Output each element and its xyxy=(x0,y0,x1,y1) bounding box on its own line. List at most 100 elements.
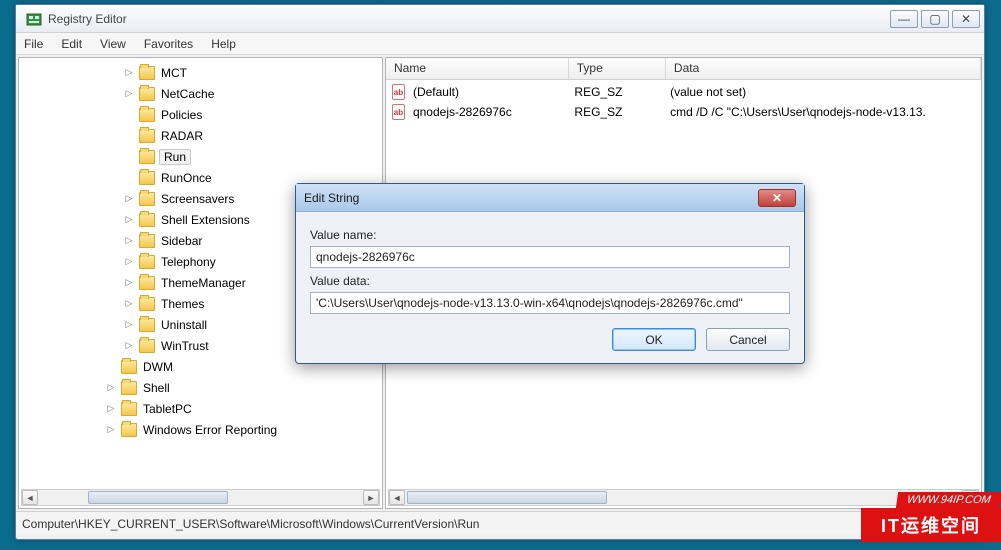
tree-item-label: RADAR xyxy=(161,129,203,143)
tree-item-label: RunOnce xyxy=(161,171,212,185)
minimize-button[interactable]: — xyxy=(890,10,918,28)
expand-icon[interactable]: ▷ xyxy=(123,67,135,78)
watermark: WWW.94IP.COM IT运维空间 xyxy=(861,492,1001,542)
tree-item-label: Sidebar xyxy=(161,234,202,248)
folder-icon xyxy=(139,297,155,311)
cancel-button[interactable]: Cancel xyxy=(706,328,790,351)
tree-item-label: ThemeManager xyxy=(161,276,246,290)
tree-item[interactable]: ▷Windows Error Reporting xyxy=(19,419,382,440)
menu-help[interactable]: Help xyxy=(211,37,236,51)
folder-icon xyxy=(139,129,155,143)
expand-icon[interactable]: ▷ xyxy=(123,88,135,99)
value-data-label: Value data: xyxy=(310,274,790,288)
expand-icon[interactable]: ▷ xyxy=(123,193,135,204)
expand-icon[interactable]: ▷ xyxy=(105,403,117,414)
tree-item-label: Uninstall xyxy=(161,318,207,332)
scroll-thumb[interactable] xyxy=(407,491,607,504)
scroll-left-icon[interactable]: ◄ xyxy=(22,490,38,505)
expand-icon[interactable]: ▷ xyxy=(123,340,135,351)
tree-item[interactable]: Policies xyxy=(19,104,382,125)
folder-icon xyxy=(139,150,155,164)
window-title: Registry Editor xyxy=(48,12,127,26)
menu-view[interactable]: View xyxy=(100,37,126,51)
folder-icon xyxy=(139,276,155,290)
tree-item[interactable]: RADAR xyxy=(19,125,382,146)
tree-item-label: WinTrust xyxy=(161,339,209,353)
expand-icon[interactable]: ▷ xyxy=(123,256,135,267)
column-type[interactable]: Type xyxy=(569,58,666,79)
close-icon: ✕ xyxy=(961,12,971,26)
tree-item[interactable]: Run xyxy=(19,146,382,167)
tree-item-label: Policies xyxy=(161,108,202,122)
menu-file[interactable]: File xyxy=(24,37,43,51)
edit-string-dialog: Edit String ✕ Value name: Value data: OK… xyxy=(295,183,805,364)
expand-icon[interactable]: ▷ xyxy=(105,424,117,435)
titlebar[interactable]: Registry Editor — ▢ ✕ xyxy=(16,5,984,33)
ok-button[interactable]: OK xyxy=(612,328,696,351)
folder-icon xyxy=(121,402,137,416)
close-button[interactable]: ✕ xyxy=(952,10,980,28)
folder-icon xyxy=(139,318,155,332)
expand-icon[interactable]: ▷ xyxy=(105,382,117,393)
tree-item-label: MCT xyxy=(161,66,187,80)
expand-icon[interactable]: ▷ xyxy=(123,319,135,330)
folder-icon xyxy=(139,108,155,122)
status-path: Computer\HKEY_CURRENT_USER\Software\Micr… xyxy=(22,517,479,531)
menu-favorites[interactable]: Favorites xyxy=(144,37,193,51)
menubar: File Edit View Favorites Help xyxy=(16,33,984,55)
value-type: REG_SZ xyxy=(570,85,666,99)
tree-item-label: Themes xyxy=(161,297,204,311)
minimize-icon: — xyxy=(898,12,910,26)
tree-item[interactable]: ▷TabletPC xyxy=(19,398,382,419)
column-data[interactable]: Data xyxy=(666,58,981,79)
scroll-thumb[interactable] xyxy=(88,491,228,504)
tree-item[interactable]: ▷ Shell xyxy=(19,377,382,398)
folder-icon xyxy=(121,381,137,395)
folder-icon xyxy=(139,339,155,353)
maximize-icon: ▢ xyxy=(929,12,940,26)
tree-item-label: Telephony xyxy=(161,255,216,269)
value-name: (Default) xyxy=(409,85,570,99)
close-icon: ✕ xyxy=(772,191,782,205)
scroll-left-icon[interactable]: ◄ xyxy=(389,490,405,505)
folder-icon xyxy=(139,66,155,80)
folder-icon xyxy=(139,192,155,206)
tree-item-label: Shell xyxy=(143,381,170,395)
value-row[interactable]: ab (Default)REG_SZ(value not set) xyxy=(386,82,981,102)
expand-icon[interactable]: ▷ xyxy=(123,298,135,309)
watermark-text: IT运维空间 xyxy=(861,508,1001,542)
tree-item[interactable]: ▷ MCT xyxy=(19,62,382,83)
tree-item-label: DWM xyxy=(143,360,173,374)
value-row[interactable]: abqnodejs-2826976cREG_SZcmd /D /C "C:\Us… xyxy=(386,102,981,122)
tree-item[interactable]: ▷ NetCache xyxy=(19,83,382,104)
statusbar: Computer\HKEY_CURRENT_USER\Software\Micr… xyxy=(16,511,984,535)
dialog-titlebar[interactable]: Edit String ✕ xyxy=(296,184,804,212)
value-type: REG_SZ xyxy=(570,105,666,119)
tree-item-label: NetCache xyxy=(161,87,214,101)
expand-icon[interactable]: ▷ xyxy=(123,235,135,246)
folder-icon xyxy=(139,213,155,227)
app-icon xyxy=(26,11,42,27)
reg-string-icon: ab xyxy=(392,104,405,120)
tree-horizontal-scrollbar[interactable]: ◄ ► xyxy=(21,489,380,506)
folder-icon xyxy=(139,255,155,269)
value-name-label: Value name: xyxy=(310,228,790,242)
tree-item-label: Screensavers xyxy=(161,192,234,206)
dialog-close-button[interactable]: ✕ xyxy=(758,189,796,207)
column-name[interactable]: Name xyxy=(386,58,569,79)
scroll-right-icon[interactable]: ► xyxy=(363,490,379,505)
tree-item-label: Run xyxy=(164,150,186,164)
folder-icon xyxy=(139,234,155,248)
expand-icon[interactable]: ▷ xyxy=(123,277,135,288)
value-name-input[interactable] xyxy=(310,246,790,268)
folder-icon xyxy=(121,360,137,374)
value-data: cmd /D /C "C:\Users\User\qnodejs-node-v1… xyxy=(666,105,981,119)
expand-icon[interactable]: ▷ xyxy=(123,214,135,225)
value-data-input[interactable] xyxy=(310,292,790,314)
reg-string-icon: ab xyxy=(392,84,405,100)
maximize-button[interactable]: ▢ xyxy=(921,10,949,28)
watermark-url: WWW.94IP.COM xyxy=(896,492,1001,508)
list-header: Name Type Data xyxy=(386,58,981,80)
menu-edit[interactable]: Edit xyxy=(61,37,82,51)
value-data: (value not set) xyxy=(666,85,981,99)
